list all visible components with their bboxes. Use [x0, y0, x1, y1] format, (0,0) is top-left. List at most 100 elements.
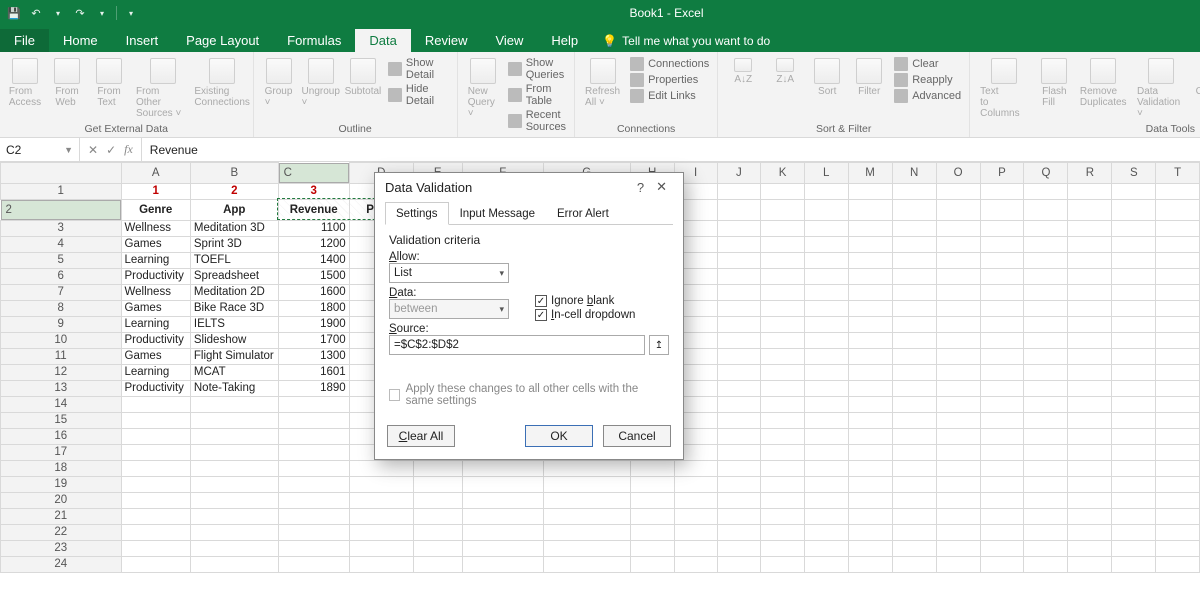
ribbon-item[interactable]: Hide Detail: [388, 82, 449, 108]
save-icon[interactable]: 💾: [6, 5, 22, 21]
tab-formulas[interactable]: Formulas: [273, 29, 355, 52]
cell[interactable]: [1112, 396, 1156, 412]
cell[interactable]: MCAT: [190, 364, 278, 380]
cell[interactable]: [278, 508, 349, 524]
cell[interactable]: Wellness: [121, 284, 190, 300]
cell[interactable]: [121, 556, 190, 572]
cell[interactable]: [980, 252, 1024, 268]
cell[interactable]: [1068, 364, 1112, 380]
cell[interactable]: [674, 476, 717, 492]
cell[interactable]: [980, 380, 1024, 396]
cell[interactable]: [848, 252, 892, 268]
cell[interactable]: 1300: [278, 348, 349, 364]
cell[interactable]: [349, 460, 413, 476]
cell[interactable]: [936, 380, 980, 396]
cell[interactable]: [543, 556, 630, 572]
cell[interactable]: [278, 492, 349, 508]
cell[interactable]: [1112, 268, 1156, 284]
row-header[interactable]: 10: [1, 332, 122, 348]
cell[interactable]: [761, 236, 805, 252]
cell[interactable]: [1068, 220, 1112, 236]
cell[interactable]: 1800: [278, 300, 349, 316]
cell[interactable]: [717, 236, 760, 252]
cell[interactable]: [1156, 236, 1200, 252]
ribbon-button[interactable]: FromOther Sources ˅: [134, 56, 192, 121]
cell[interactable]: [980, 460, 1024, 476]
cell[interactable]: [936, 540, 980, 556]
cell[interactable]: [804, 236, 848, 252]
cell[interactable]: [892, 428, 936, 444]
cell[interactable]: [848, 492, 892, 508]
cell[interactable]: [980, 524, 1024, 540]
row-header[interactable]: 5: [1, 252, 122, 268]
cell[interactable]: [717, 348, 760, 364]
column-header[interactable]: B: [190, 163, 278, 184]
cell[interactable]: [1068, 508, 1112, 524]
cell[interactable]: [804, 556, 848, 572]
ribbon-item[interactable]: Reapply: [894, 72, 961, 88]
cell[interactable]: App: [190, 199, 278, 220]
cell[interactable]: [121, 508, 190, 524]
cell[interactable]: [980, 492, 1024, 508]
cell[interactable]: [848, 428, 892, 444]
cell[interactable]: [761, 540, 805, 556]
cell[interactable]: [761, 556, 805, 572]
ribbon-item[interactable]: Show Queries: [508, 56, 566, 82]
cell[interactable]: [674, 508, 717, 524]
cell[interactable]: [630, 460, 674, 476]
tab-page-layout[interactable]: Page Layout: [172, 29, 273, 52]
cell[interactable]: [1024, 268, 1068, 284]
cell[interactable]: [761, 524, 805, 540]
cell[interactable]: [462, 492, 543, 508]
cell[interactable]: [717, 220, 760, 236]
cell[interactable]: Bike Race 3D: [190, 300, 278, 316]
cell[interactable]: [1112, 348, 1156, 364]
cell[interactable]: [717, 508, 760, 524]
ribbon-button[interactable]: RefreshAll ˅: [583, 56, 622, 110]
cell[interactable]: 1600: [278, 284, 349, 300]
cell[interactable]: [848, 540, 892, 556]
cell[interactable]: [980, 183, 1024, 199]
cell[interactable]: [848, 524, 892, 540]
cell[interactable]: [1024, 364, 1068, 380]
cell[interactable]: [892, 476, 936, 492]
cell[interactable]: [413, 492, 462, 508]
cell[interactable]: [761, 284, 805, 300]
cell[interactable]: [892, 332, 936, 348]
cell[interactable]: [1156, 268, 1200, 284]
cell[interactable]: [1024, 540, 1068, 556]
cell[interactable]: [278, 540, 349, 556]
cell[interactable]: [848, 183, 892, 199]
cell[interactable]: [1156, 364, 1200, 380]
cell[interactable]: [190, 524, 278, 540]
cell[interactable]: [980, 236, 1024, 252]
row-header[interactable]: 18: [1, 460, 122, 476]
cell[interactable]: [761, 380, 805, 396]
cell[interactable]: [630, 508, 674, 524]
cell[interactable]: [717, 428, 760, 444]
cell[interactable]: [121, 444, 190, 460]
cell[interactable]: [936, 332, 980, 348]
cell[interactable]: [1156, 524, 1200, 540]
cell[interactable]: [717, 199, 760, 220]
cell[interactable]: [936, 412, 980, 428]
ribbon-button[interactable]: Filter: [852, 56, 886, 99]
cell[interactable]: [892, 460, 936, 476]
ignore-blank-checkbox[interactable]: ✓: [535, 295, 547, 307]
ribbon-item[interactable]: From Table: [508, 82, 566, 108]
cell[interactable]: [936, 460, 980, 476]
cell[interactable]: [761, 332, 805, 348]
cell[interactable]: [980, 396, 1024, 412]
dialog-help-icon[interactable]: ?: [631, 180, 650, 195]
row-header[interactable]: 7: [1, 284, 122, 300]
cell[interactable]: [413, 476, 462, 492]
cell[interactable]: Learning: [121, 364, 190, 380]
ribbon-button[interactable]: NewQuery ˅: [466, 56, 500, 121]
cell[interactable]: [630, 540, 674, 556]
row-header[interactable]: 23: [1, 540, 122, 556]
cell[interactable]: [804, 508, 848, 524]
cell[interactable]: [1156, 284, 1200, 300]
cell[interactable]: [630, 524, 674, 540]
cell[interactable]: [543, 508, 630, 524]
cell[interactable]: [892, 199, 936, 220]
